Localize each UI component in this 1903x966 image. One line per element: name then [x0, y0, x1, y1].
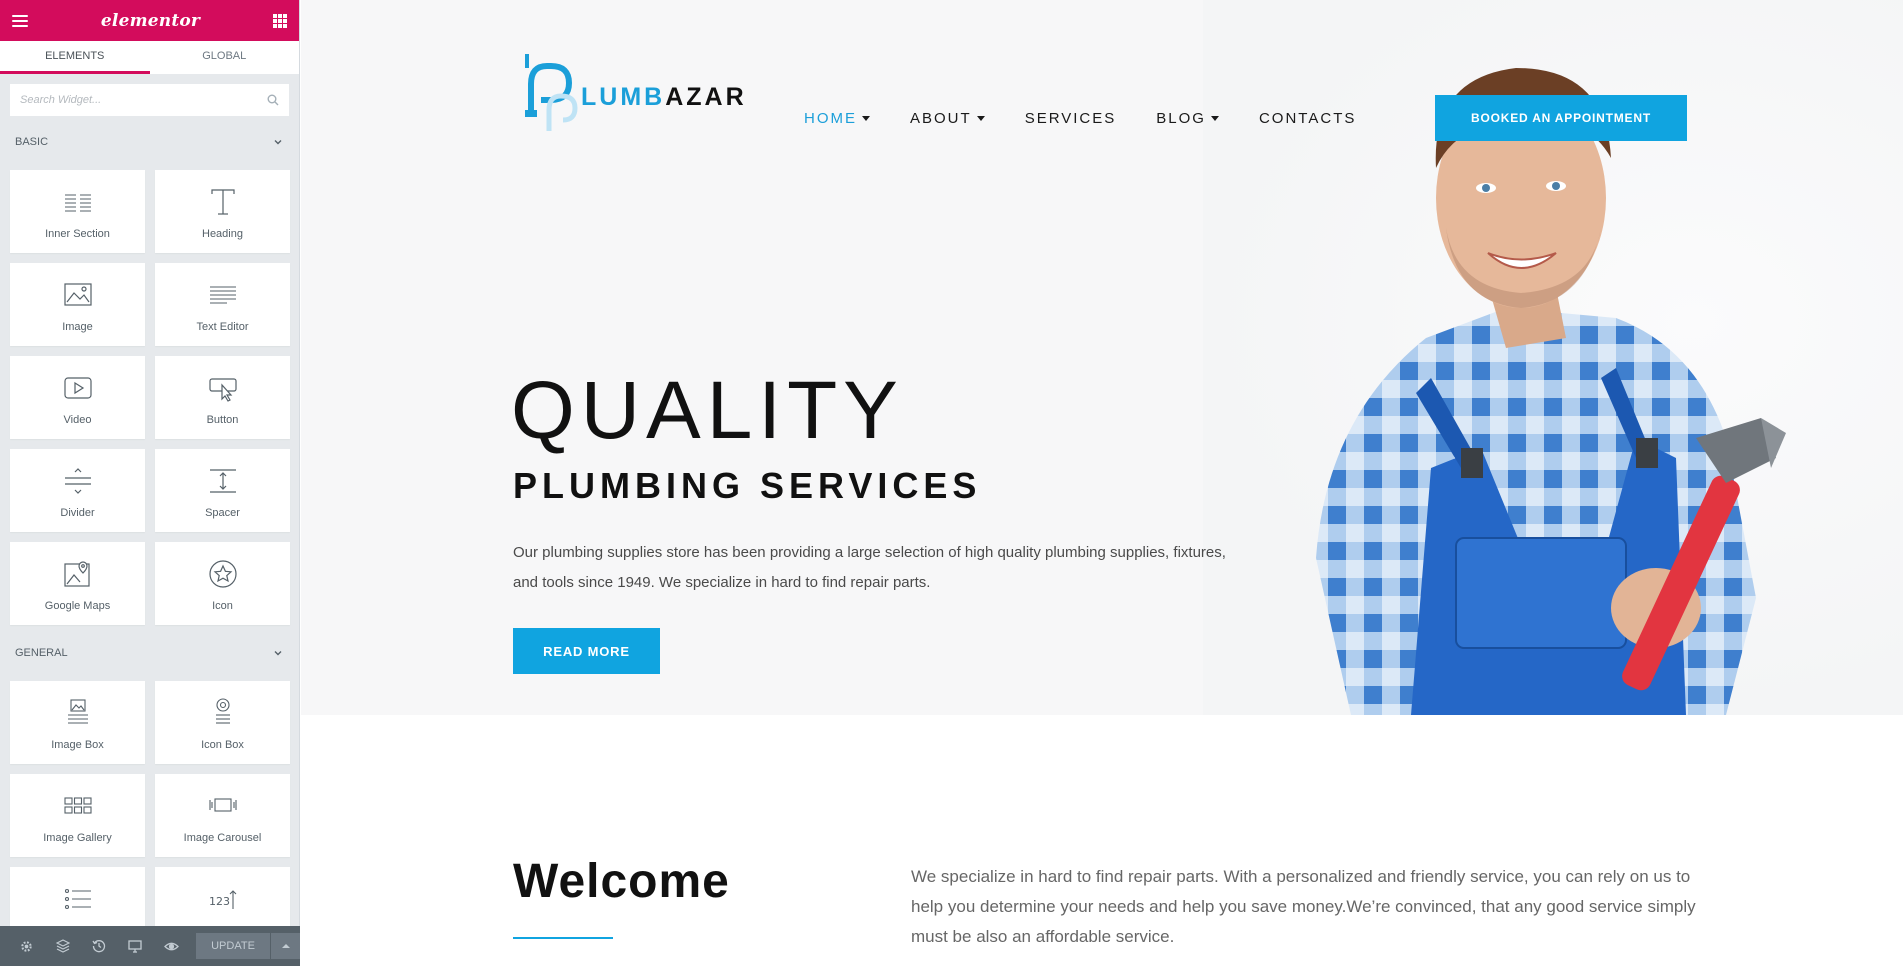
- nav-label: SERVICES: [1024, 110, 1117, 127]
- widget-label: Video: [63, 414, 92, 426]
- category-basic-header[interactable]: BASIC: [0, 124, 299, 160]
- panel-footer: UPDATE: [0, 926, 300, 966]
- widget-inner-section[interactable]: Inner Section: [10, 170, 145, 253]
- widget-label: Image Gallery: [43, 832, 112, 844]
- logo-wordmark: LUMBAZAR: [581, 83, 747, 112]
- panel-tabs: ELEMENTS GLOBAL: [0, 41, 299, 74]
- nav-blog[interactable]: BLOG: [1156, 110, 1219, 127]
- category-title: BASIC: [15, 136, 49, 148]
- widget-label: Google Maps: [44, 600, 111, 612]
- nav-label: ABOUT: [910, 110, 972, 127]
- heading-icon: [210, 189, 235, 215]
- svg-text:123: 123: [209, 895, 230, 908]
- video-icon: [63, 377, 92, 399]
- image-carousel-icon: [208, 798, 237, 812]
- category-title: GENERAL: [15, 647, 68, 659]
- update-options-button[interactable]: [271, 933, 300, 959]
- elementor-logo: elementor: [100, 10, 201, 31]
- widget-button[interactable]: Button: [155, 356, 290, 439]
- update-button[interactable]: UPDATE: [195, 933, 271, 959]
- welcome-text: We specialize in hard to find repair par…: [911, 867, 1696, 946]
- caret-up-icon: [281, 944, 290, 948]
- widget-label: Image: [62, 321, 93, 333]
- welcome-title: Welcome: [513, 855, 730, 908]
- inner-section-icon: [64, 194, 91, 212]
- nav-label: HOME: [804, 110, 857, 127]
- hero-subtitle: PLUMBING SERVICES: [513, 465, 982, 506]
- counter-icon: 123: [209, 890, 236, 909]
- nav-about[interactable]: ABOUT: [910, 110, 985, 127]
- hero-title: QUALITY: [511, 365, 904, 456]
- star-icon: [208, 560, 237, 588]
- icon-box-icon: [215, 698, 230, 724]
- category-general-widgets: Image Box Icon Box Image Gallery Image C…: [0, 671, 299, 960]
- widget-heading[interactable]: Heading: [155, 170, 290, 253]
- widget-label: Heading: [202, 228, 243, 240]
- widget-spacer[interactable]: Spacer: [155, 449, 290, 532]
- settings-icon[interactable]: [8, 926, 44, 966]
- icon-list-icon: [64, 888, 91, 910]
- caret-down-icon: [1210, 116, 1219, 121]
- category-general-header[interactable]: GENERAL: [0, 635, 299, 671]
- widget-icon-box[interactable]: Icon Box: [155, 681, 290, 764]
- hero-description: Our plumbing supplies store has been pro…: [513, 544, 1226, 591]
- widget-icon[interactable]: Icon: [155, 542, 290, 625]
- elementor-panel: elementor ELEMENTS GLOBAL BASIC Inner: [0, 0, 300, 966]
- widgets-grid-icon[interactable]: [272, 13, 287, 28]
- text-editor-icon: [209, 286, 236, 304]
- widget-image-box[interactable]: Image Box: [10, 681, 145, 764]
- widget-label: Divider: [60, 507, 95, 519]
- button-icon: [208, 378, 237, 402]
- search-icon[interactable]: [267, 94, 279, 106]
- panel-header: elementor: [0, 0, 299, 41]
- logo-text-second: AZAR: [665, 82, 747, 111]
- search-widget-input[interactable]: [10, 84, 289, 116]
- widget-label: Button: [206, 414, 239, 426]
- widget-label: Image Box: [51, 739, 104, 751]
- caret-down-icon: [976, 116, 985, 121]
- widget-label: Spacer: [205, 507, 240, 519]
- tab-elements[interactable]: ELEMENTS: [0, 41, 150, 74]
- widget-search: [10, 84, 289, 116]
- history-icon[interactable]: [81, 926, 117, 966]
- category-basic-widgets: Inner Section Heading Image Text Editor …: [0, 160, 299, 635]
- widget-image-carousel[interactable]: Image Carousel: [155, 774, 290, 857]
- widget-label: Text Editor: [196, 321, 249, 333]
- nav-home[interactable]: HOME: [804, 110, 870, 127]
- widget-image-gallery[interactable]: Image Gallery: [10, 774, 145, 857]
- widget-label: Icon: [212, 600, 233, 612]
- navigator-icon[interactable]: [44, 926, 80, 966]
- site-preview: LUMBAZAR HOME ABOUT SERVICES BLOG CONTAC…: [301, 0, 1903, 966]
- widget-google-maps[interactable]: Google Maps: [10, 542, 145, 625]
- logo-text-first: LUMB: [581, 82, 666, 111]
- image-icon: [63, 283, 92, 306]
- nav-services[interactable]: SERVICES: [1025, 110, 1117, 127]
- widget-video[interactable]: Video: [10, 356, 145, 439]
- spacer-icon: [209, 469, 236, 493]
- widget-label: Image Carousel: [183, 832, 262, 844]
- pipe-logo-icon: [525, 54, 578, 131]
- welcome-underline: [513, 937, 613, 939]
- widget-divider[interactable]: Divider: [10, 449, 145, 532]
- widget-text-editor[interactable]: Text Editor: [155, 263, 290, 346]
- menu-icon[interactable]: [12, 14, 28, 27]
- preview-icon[interactable]: [153, 926, 189, 966]
- site-logo[interactable]: LUMBAZAR: [513, 52, 747, 142]
- responsive-icon[interactable]: [117, 926, 153, 966]
- image-box-icon: [67, 699, 88, 724]
- widget-label: Inner Section: [45, 228, 110, 240]
- nav-label: BLOG: [1156, 110, 1206, 127]
- divider-icon: [64, 468, 91, 494]
- chevron-down-icon: [274, 651, 282, 656]
- hero-section: LUMBAZAR HOME ABOUT SERVICES BLOG CONTAC…: [301, 0, 1903, 715]
- book-appointment-button[interactable]: BOOKED AN APPOINTMENT: [1435, 95, 1687, 141]
- chevron-down-icon: [274, 140, 282, 145]
- widget-image[interactable]: Image: [10, 263, 145, 346]
- widget-label: Icon Box: [201, 739, 244, 751]
- caret-down-icon: [862, 116, 870, 121]
- image-gallery-icon: [63, 797, 92, 814]
- tab-global[interactable]: GLOBAL: [149, 41, 299, 74]
- google-maps-icon: [63, 561, 90, 587]
- read-more-button[interactable]: READ MORE: [513, 628, 660, 674]
